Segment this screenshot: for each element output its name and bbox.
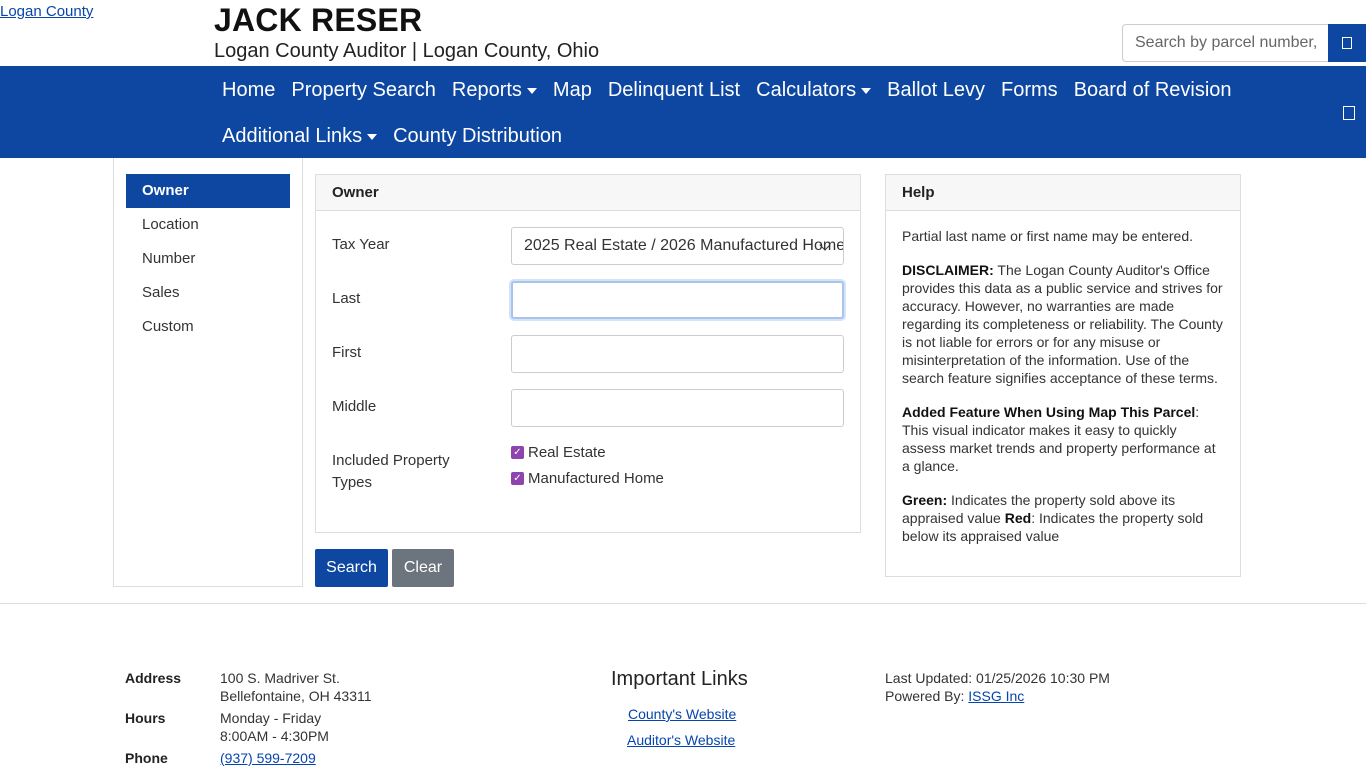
- sidebar-item-number[interactable]: Number: [126, 242, 290, 276]
- footer-phone-link[interactable]: (937) 599-7209: [220, 749, 316, 767]
- manufactured-home-label: Manufactured Home: [528, 470, 664, 487]
- real-estate-checkbox[interactable]: ✓: [511, 446, 524, 459]
- nav-calculators[interactable]: Calculators: [748, 76, 879, 104]
- main-navbar: Home Property Search Reports Map Delinqu…: [0, 66, 1366, 158]
- sidebar-item-sales[interactable]: Sales: [126, 276, 290, 310]
- nav-additional-links[interactable]: Additional Links: [214, 122, 385, 150]
- nav-delinquent-list[interactable]: Delinquent List: [600, 76, 748, 104]
- footer-hours: Monday - Friday 8:00AM - 4:30PM: [220, 710, 329, 744]
- nav-ballot-levy[interactable]: Ballot Levy: [879, 76, 993, 104]
- owner-card-header: Owner: [316, 175, 860, 211]
- nav-toggle-icon[interactable]: [1343, 106, 1355, 120]
- sidebar-item-custom[interactable]: Custom: [126, 310, 290, 344]
- auditor-website-link[interactable]: Auditor's Website: [627, 732, 735, 748]
- manufactured-home-checkbox[interactable]: ✓: [511, 472, 524, 485]
- help-added-feature: Added Feature When Using Map This Parcel…: [902, 404, 1216, 474]
- search-submit-button[interactable]: [1328, 24, 1366, 62]
- site-subtitle: Logan County Auditor | Logan County, Ohi…: [214, 40, 600, 62]
- nav-map[interactable]: Map: [545, 76, 600, 104]
- nav-county-distribution[interactable]: County Distribution: [385, 122, 570, 150]
- important-links-title: Important Links: [611, 668, 748, 690]
- real-estate-label: Real Estate: [528, 444, 606, 461]
- nav-reports[interactable]: Reports: [444, 76, 545, 104]
- dropdown-caret-icon: [367, 133, 378, 140]
- last-name-input[interactable]: [511, 281, 844, 319]
- logo-link[interactable]: Logan County: [0, 3, 93, 20]
- search-type-sidebar: Owner Location Number Sales Custom: [113, 158, 303, 587]
- powered-by: Powered By: ISSG Inc: [885, 688, 1025, 704]
- tax-year-label: Tax Year: [332, 236, 390, 253]
- help-color-legend: Green: Indicates the property sold above…: [902, 492, 1204, 544]
- footer-divider: [0, 603, 1366, 604]
- clear-button[interactable]: Clear: [392, 549, 454, 587]
- search-icon: [1342, 37, 1352, 49]
- help-disclaimer: DISCLAIMER: The Logan County Auditor's O…: [902, 262, 1223, 386]
- nav-property-search[interactable]: Property Search: [283, 76, 444, 104]
- property-types-label-2: Types: [332, 474, 373, 491]
- help-card-header: Help: [886, 175, 1240, 211]
- sidebar-item-location[interactable]: Location: [126, 208, 290, 242]
- middle-name-input[interactable]: [511, 389, 844, 427]
- owner-search-card: Owner Tax Year 2025 Real Estate / 2026 M…: [315, 174, 861, 533]
- dropdown-caret-icon: [526, 87, 537, 94]
- parcel-search-input[interactable]: [1122, 24, 1328, 62]
- site-title: JACK RESER: [214, 2, 423, 38]
- middle-name-label: Middle: [332, 398, 377, 415]
- county-website-link[interactable]: County's Website: [628, 706, 736, 722]
- nav-forms[interactable]: Forms: [993, 76, 1066, 104]
- first-name-input[interactable]: [511, 335, 844, 373]
- help-body: Partial last name or first name may be e…: [886, 211, 1240, 545]
- nav-row-2: Additional Links County Distribution: [214, 122, 570, 150]
- tax-year-selected-value: 2025 Real Estate / 2026 Manufactured Hom…: [524, 237, 844, 254]
- nav-home[interactable]: Home: [214, 76, 283, 104]
- header-search: [1122, 24, 1366, 62]
- nav-board-of-revision[interactable]: Board of Revision: [1066, 76, 1240, 104]
- issg-link[interactable]: ISSG Inc: [968, 688, 1024, 704]
- footer-hours-label: Hours: [125, 710, 166, 726]
- manufactured-home-checkbox-row[interactable]: ✓ Manufactured Home: [511, 470, 664, 487]
- search-button[interactable]: Search: [315, 549, 388, 587]
- property-types-label: Included Property: [332, 452, 450, 469]
- first-name-label: First: [332, 344, 362, 361]
- help-intro: Partial last name or first name may be e…: [902, 228, 1194, 244]
- last-name-label: Last: [332, 290, 361, 307]
- help-card: Help Partial last name or first name may…: [885, 174, 1241, 577]
- real-estate-checkbox-row[interactable]: ✓ Real Estate: [511, 444, 606, 461]
- footer-address: 100 S. Madriver St. Bellefontaine, OH 43…: [220, 670, 372, 704]
- footer-phone-label: Phone: [125, 750, 168, 766]
- nav-row-1: Home Property Search Reports Map Delinqu…: [214, 76, 1240, 104]
- dropdown-caret-icon: [861, 87, 872, 94]
- tax-year-select[interactable]: 2025 Real Estate / 2026 Manufactured Hom…: [511, 227, 844, 265]
- sidebar-item-owner[interactable]: Owner: [126, 174, 290, 208]
- last-updated: Last Updated: 01/25/2026 10:30 PM: [885, 670, 1110, 686]
- footer-address-label: Address: [125, 670, 182, 686]
